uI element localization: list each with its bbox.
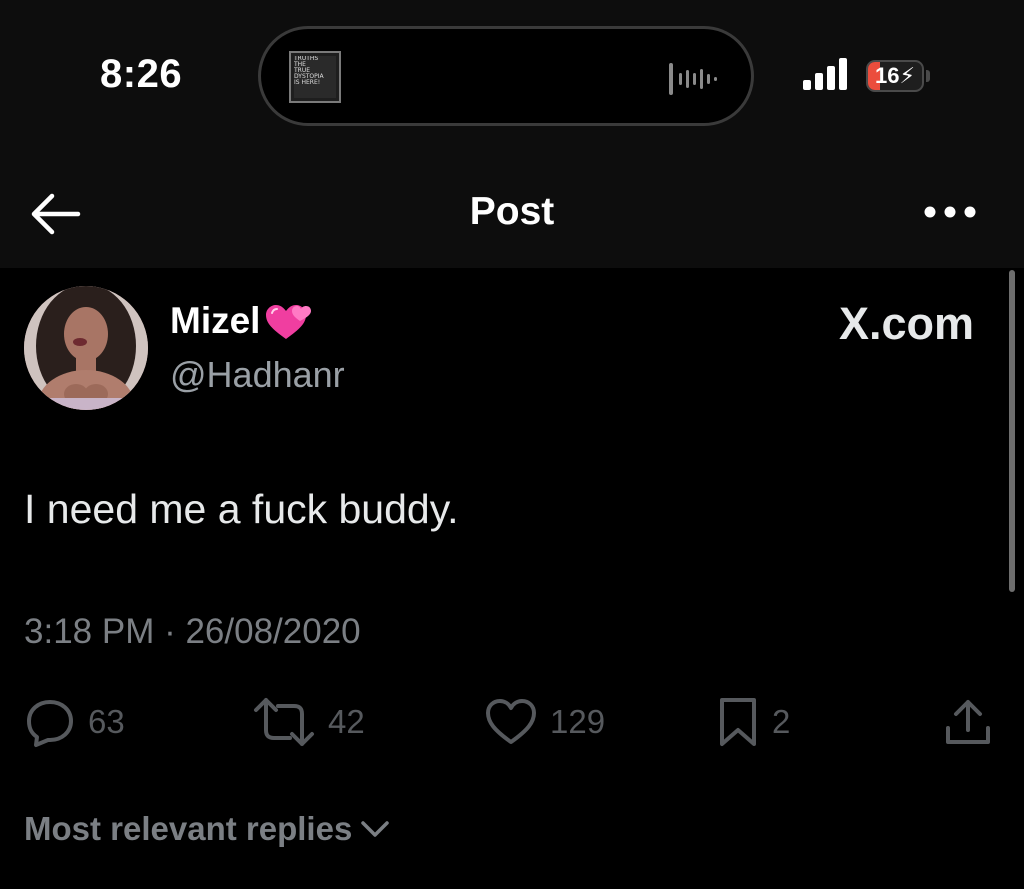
avatar[interactable] <box>24 286 148 410</box>
battery-percent: 16⚡ <box>875 63 915 88</box>
artwork-text-line: IS HERE! <box>294 79 321 86</box>
status-time: 8:26 <box>100 52 183 96</box>
status-bar: 8:26 TRUTHS THE TRUE DYSTOPIA IS HERE! 1… <box>0 0 1024 160</box>
audio-waveform-icon <box>669 63 717 95</box>
post-header: Post <box>0 160 1024 268</box>
replies-sort-dropdown[interactable]: Most relevant replies <box>24 810 390 848</box>
bookmark-icon <box>720 698 756 746</box>
author-display-name[interactable]: Mizel <box>170 300 260 342</box>
heart-icon <box>486 699 536 744</box>
author-name-row[interactable]: Mizel <box>170 299 312 343</box>
share-button[interactable] <box>942 690 994 754</box>
author-handle[interactable]: @Hadhanr <box>170 354 345 396</box>
watermark-text: X.com <box>838 298 974 349</box>
more-dots-icon[interactable] <box>922 200 978 224</box>
battery-value: 16 <box>875 63 900 88</box>
scrollbar[interactable] <box>1009 270 1015 592</box>
now-playing-artwork: TRUTHS THE TRUE DYSTOPIA IS HERE! <box>289 51 341 103</box>
page-title: Post <box>469 190 555 233</box>
reply-button[interactable]: 63 <box>24 690 125 754</box>
avatar-image <box>24 286 148 410</box>
bookmark-count: 2 <box>772 703 791 740</box>
bookmark-button[interactable]: 2 <box>716 690 790 754</box>
post-body-text: I need me a fuck buddy. <box>24 486 459 532</box>
reply-icon <box>27 700 73 747</box>
reply-count: 63 <box>88 703 125 740</box>
post-timestamp[interactable]: 3:18 PM · 26/08/2020 <box>24 612 361 652</box>
like-button[interactable]: 129 <box>484 690 605 754</box>
two-hearts-icon <box>266 305 312 339</box>
share-icon <box>946 700 990 744</box>
repost-button[interactable]: 42 <box>252 690 365 754</box>
post-action-bar: 63 42 129 2 <box>0 690 1024 754</box>
like-count: 129 <box>550 703 606 740</box>
dynamic-island[interactable]: TRUTHS THE TRUE DYSTOPIA IS HERE! <box>258 26 754 126</box>
battery-tip <box>926 70 930 82</box>
repost-count: 42 <box>328 703 365 740</box>
chevron-down-icon <box>361 821 390 837</box>
repost-icon <box>254 698 314 746</box>
replies-sort-label: Most relevant replies <box>24 810 353 847</box>
battery-indicator: 16⚡ <box>866 60 924 92</box>
cellular-signal-icon <box>803 58 847 90</box>
